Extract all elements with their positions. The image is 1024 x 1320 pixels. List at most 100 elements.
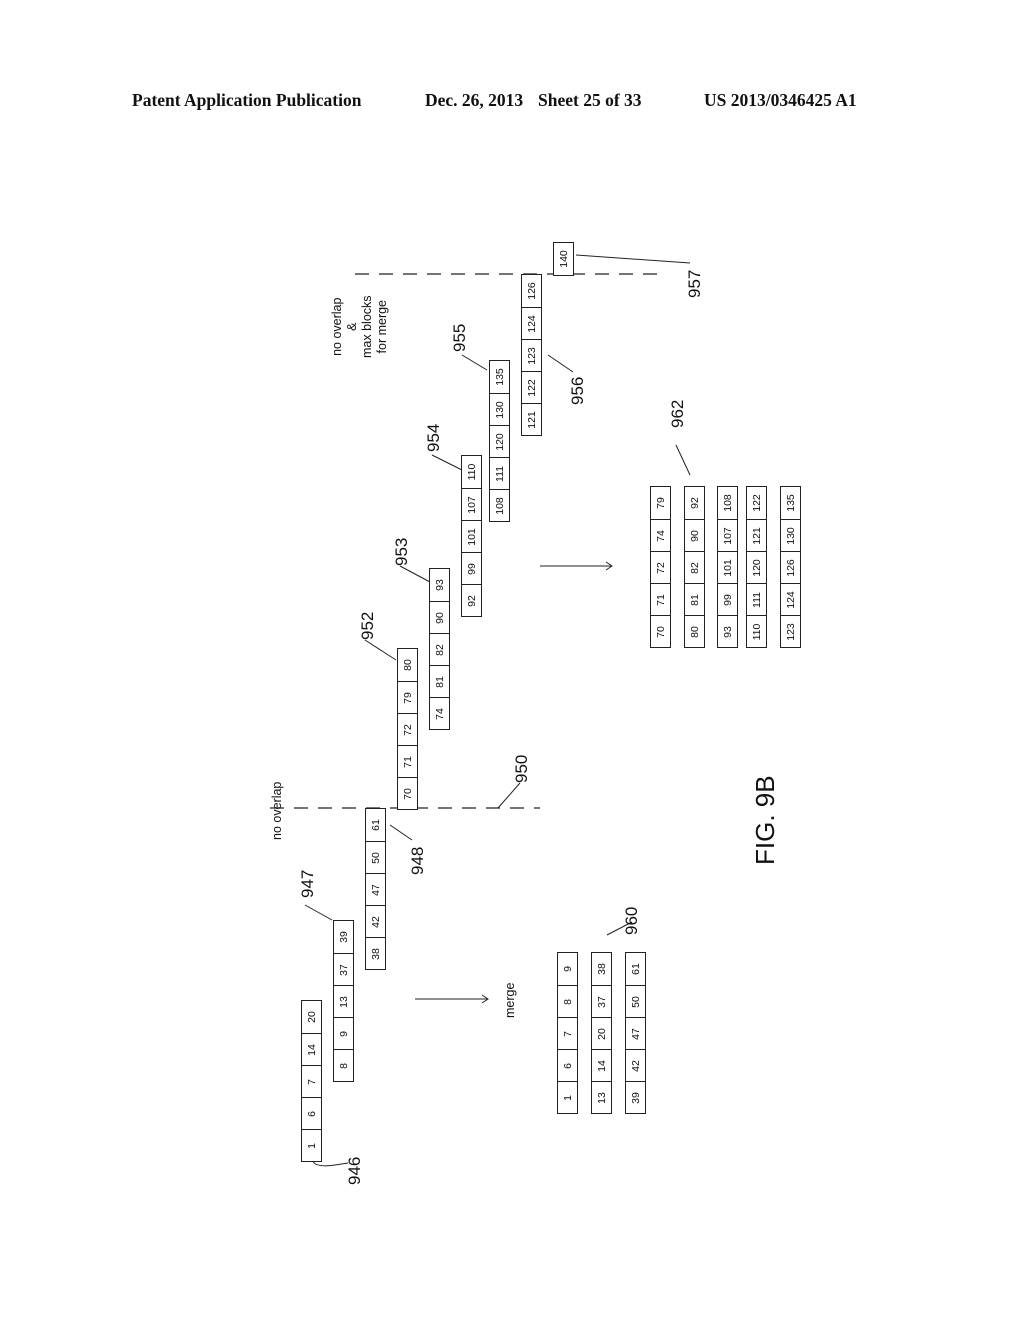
block-cell: 8 xyxy=(558,985,577,1017)
no-overlap-max-label: no overlap & max blocks for merge xyxy=(330,295,390,358)
block-cell-value: 120 xyxy=(493,432,506,451)
block-cell: 135 xyxy=(490,361,509,393)
block-cell-value: 9 xyxy=(561,966,574,972)
block-cell-value: 38 xyxy=(595,963,608,975)
block-cell-value: 71 xyxy=(654,593,667,606)
block-cell-value: 42 xyxy=(629,1059,642,1072)
block-cell-value: 14 xyxy=(305,1043,318,1056)
block-cell-value: 140 xyxy=(557,250,570,268)
block-cell-value: 47 xyxy=(369,883,382,896)
block-row-954: 92 99 101 107 110 xyxy=(461,455,482,617)
ref-956: 956 xyxy=(568,376,587,405)
ref-950: 950 xyxy=(512,754,531,783)
figure-9b: no overlap no overlap & max blocks for m… xyxy=(0,0,1024,1320)
block-cell: 92 xyxy=(685,487,704,519)
block-cell-value: 110 xyxy=(465,463,478,481)
merged-row-960: 13 14 20 37 38 xyxy=(591,952,612,1114)
ref-957: 957 xyxy=(685,269,704,298)
block-cell: 124 xyxy=(522,307,541,339)
block-cell: 9 xyxy=(334,1017,353,1049)
block-cell: 6 xyxy=(558,1049,577,1081)
block-cell-value: 110 xyxy=(750,623,763,640)
block-cell: 7 xyxy=(558,1017,577,1049)
block-cell-value: 126 xyxy=(525,282,538,300)
block-cell: 124 xyxy=(781,583,800,615)
ref-955: 955 xyxy=(450,323,469,352)
note-line-4: for merge xyxy=(375,299,389,354)
block-row-956: 121 122 123 124 126 xyxy=(521,274,542,436)
block-cell: 110 xyxy=(462,456,481,488)
merged-row-960: 1 6 7 8 9 xyxy=(557,952,578,1114)
ref-962: 962 xyxy=(668,399,687,428)
block-cell: 9 xyxy=(558,953,577,985)
block-cell-value: 74 xyxy=(433,707,446,720)
block-cell-value: 42 xyxy=(369,915,382,928)
block-cell-value: 92 xyxy=(465,594,478,607)
block-cell-value: 39 xyxy=(629,1091,642,1104)
block-cell: 80 xyxy=(398,649,417,681)
block-cell-value: 8 xyxy=(337,1062,350,1069)
block-cell: 108 xyxy=(718,487,737,519)
block-cell-value: 82 xyxy=(433,643,446,656)
block-cell: 101 xyxy=(462,520,481,552)
block-cell: 1 xyxy=(302,1129,321,1161)
leader-953 xyxy=(399,565,431,583)
block-cell-value: 9 xyxy=(337,1030,350,1037)
block-cell-value: 107 xyxy=(465,495,478,514)
block-cell-value: 6 xyxy=(561,1062,574,1069)
block-cell: 37 xyxy=(334,953,353,985)
no-overlap-label: no overlap xyxy=(270,781,284,840)
block-cell-value: 93 xyxy=(721,625,734,638)
block-cell: 38 xyxy=(366,937,385,969)
block-cell: 82 xyxy=(685,551,704,583)
leader-962 xyxy=(675,444,691,476)
ref-952: 952 xyxy=(358,611,377,640)
block-cell: 120 xyxy=(747,551,766,583)
block-cell: 93 xyxy=(718,615,737,647)
block-cell-value: 72 xyxy=(654,561,667,574)
block-cell-value: 120 xyxy=(750,558,763,577)
block-cell-value: 122 xyxy=(750,494,763,512)
block-row-947: 8 9 13 37 39 xyxy=(333,920,354,1082)
block-row-946: 1 6 7 14 20 xyxy=(301,1000,322,1162)
leader-954 xyxy=(431,454,463,471)
block-cell: 121 xyxy=(747,519,766,551)
block-cell-value: 123 xyxy=(784,622,797,641)
block-cell-value: 107 xyxy=(721,526,734,545)
block-cell: 107 xyxy=(462,488,481,520)
merged-row-962: 80 81 82 90 92 xyxy=(684,486,705,648)
block-cell-value: 82 xyxy=(688,561,701,574)
block-cell-value: 7 xyxy=(305,1078,318,1085)
figure-label: FIG. 9B xyxy=(750,775,780,865)
block-cell-value: 37 xyxy=(595,995,608,1008)
merged-row-962: 110 111 120 121 122 xyxy=(746,486,767,648)
note-line-3: max blocks xyxy=(360,295,374,358)
block-cell-value: 90 xyxy=(688,529,701,542)
block-cell-value: 135 xyxy=(493,368,506,386)
block-cell-value: 122 xyxy=(525,378,538,397)
ref-948: 948 xyxy=(408,846,427,875)
leader-955 xyxy=(461,354,488,371)
leader-956 xyxy=(547,354,574,373)
block-row-952: 70 71 72 79 80 xyxy=(397,648,418,810)
ref-946: 946 xyxy=(345,1156,364,1185)
block-cell: 90 xyxy=(685,519,704,551)
block-cell-value: 99 xyxy=(721,593,734,606)
block-cell: 130 xyxy=(490,393,509,425)
figure-lines xyxy=(270,254,691,1167)
block-cell-value: 99 xyxy=(465,562,478,575)
block-cell: 14 xyxy=(592,1049,611,1081)
block-cell-value: 135 xyxy=(784,494,797,512)
block-cell-value: 71 xyxy=(401,755,414,768)
block-cell-value: 111 xyxy=(750,591,763,608)
block-cell: 111 xyxy=(490,457,509,489)
leader-948 xyxy=(389,824,413,841)
block-cell: 81 xyxy=(685,583,704,615)
block-cell-value: 101 xyxy=(465,527,478,546)
ref-947: 947 xyxy=(298,869,317,898)
block-cell-value: 130 xyxy=(493,400,506,419)
block-cell: 72 xyxy=(398,713,417,745)
block-cell: 122 xyxy=(747,487,766,519)
block-cell: 90 xyxy=(430,601,449,633)
block-cell-value: 81 xyxy=(433,675,446,688)
